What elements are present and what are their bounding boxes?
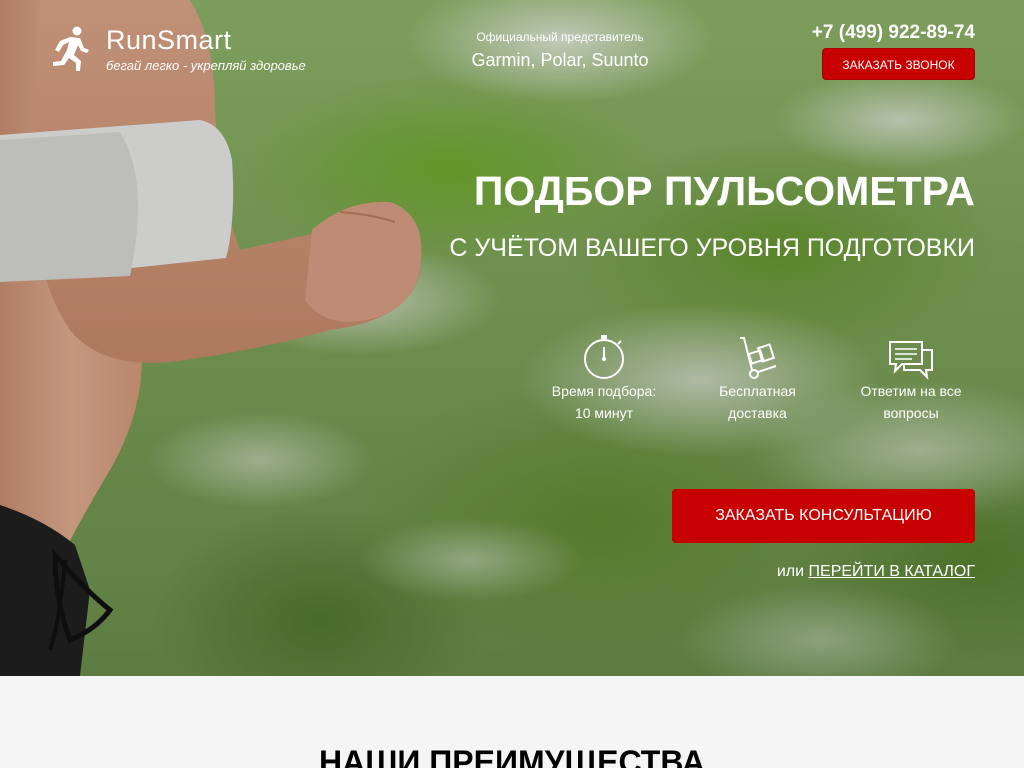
advantages-title: НАШИ ПРЕИМУЩЕСТВА <box>319 744 705 768</box>
request-call-button[interactable]: ЗАКАЗАТЬ ЗВОНОК <box>822 48 975 80</box>
order-consultation-button[interactable]: ЗАКАЗАТЬ КОНСУЛЬТАЦИЮ <box>672 489 975 543</box>
feature-text-line2: вопросы <box>883 405 939 421</box>
official-dealer-block: Официальный представитель Garmin, Polar,… <box>440 30 680 71</box>
feature-text-line2: доставка <box>728 405 787 421</box>
dealer-label: Официальный представитель <box>476 30 644 44</box>
feature-item: Ответим на все вопросы <box>847 334 975 424</box>
catalog-line: или ПЕРЕЙТИ В КАТАЛОГ <box>777 562 975 582</box>
hand-truck-icon <box>739 337 776 379</box>
catalog-link[interactable]: ПЕРЕЙТИ В КАТАЛОГ <box>809 563 975 580</box>
feature-item: Бесплатная доставка <box>694 334 822 424</box>
logo-name: RunSmart <box>106 25 232 55</box>
feature-text-line1: Время подбора: <box>551 383 657 399</box>
chat-icon <box>889 341 933 380</box>
runner-logo-icon <box>53 26 89 71</box>
dealer-brands: Garmin, Polar, Suunto <box>471 50 649 70</box>
stopwatch-icon <box>584 335 624 379</box>
feature-item: Время подбора: 10 минут <box>540 334 668 424</box>
phone-number[interactable]: +7 (499) 922-89-74 <box>812 22 975 44</box>
hero-title: ПОДБОР ПУЛЬСОМЕТРА <box>473 168 975 214</box>
feature-text-line1: Ответим на все <box>860 383 962 399</box>
feature-text-line2: 10 минут <box>574 405 634 421</box>
logo-tagline: бегай легко - укрепляй здоровье <box>106 58 306 73</box>
feature-text-line1: Бесплатная <box>719 383 796 399</box>
contact-block: +7 (499) 922-89-74 ЗАКАЗАТЬ ЗВОНОК <box>812 22 975 80</box>
catalog-prefix: или <box>776 563 805 580</box>
logo[interactable]: RunSmart бегай легко - укрепляй здоровье <box>50 26 306 74</box>
hero-subtitle: С УЧЁТОМ ВАШЕГО УРОВНЯ ПОДГОТОВКИ <box>449 234 975 262</box>
features-list: Время подбора: 10 минут Бесплатная доста… <box>540 334 975 424</box>
hero-section: RunSmart бегай легко - укрепляй здоровье… <box>0 0 1024 676</box>
